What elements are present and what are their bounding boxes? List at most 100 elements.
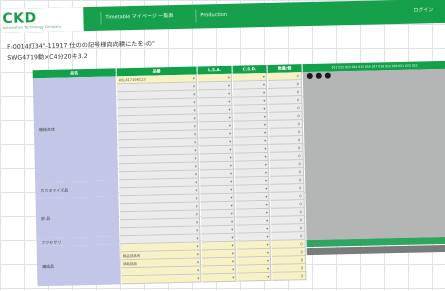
chevron-down-icon[interactable]: ▾ [232, 267, 234, 272]
chevron-down-icon[interactable]: ▾ [230, 195, 232, 200]
quantity-value: 0 [297, 105, 300, 110]
category-components: 構成品 [36, 244, 121, 287]
quantity-value: 0 [298, 161, 301, 166]
chevron-down-icon[interactable]: ▾ [194, 148, 196, 153]
chevron-down-icon[interactable]: ▾ [264, 146, 266, 151]
chevron-down-icon[interactable]: ▾ [231, 227, 233, 232]
chevron-down-icon[interactable]: ▾ [197, 260, 199, 265]
chevron-down-icon[interactable]: ▾ [229, 139, 231, 144]
chevron-down-icon[interactable]: ▾ [267, 274, 269, 279]
chevron-down-icon[interactable]: ▾ [230, 171, 232, 176]
chevron-down-icon[interactable]: ▾ [231, 211, 233, 216]
chevron-down-icon[interactable]: ▾ [193, 76, 195, 81]
chevron-down-icon[interactable]: ▾ [193, 100, 195, 105]
category-parts: 部 品 [35, 196, 120, 239]
nav-tab-production[interactable]: Production [195, 8, 232, 23]
chevron-down-icon[interactable]: ▾ [195, 164, 197, 169]
quantity-value: 0 [298, 145, 301, 150]
logo-area[interactable]: CKD Automation Technology Company [0, 7, 84, 33]
chevron-down-icon[interactable]: ▾ [194, 140, 196, 145]
chevron-down-icon[interactable]: ▾ [228, 75, 230, 80]
chevron-down-icon[interactable]: ▾ [196, 236, 198, 241]
chevron-down-icon[interactable]: ▾ [196, 228, 198, 233]
chevron-down-icon[interactable]: ▾ [195, 180, 197, 185]
chevron-down-icon[interactable]: ▾ [232, 243, 234, 248]
chevron-down-icon[interactable]: ▾ [231, 203, 233, 208]
chevron-down-icon[interactable]: ▾ [264, 130, 266, 135]
chevron-down-icon[interactable]: ▾ [230, 163, 232, 168]
chevron-down-icon[interactable]: ▾ [263, 90, 265, 95]
chevron-down-icon[interactable]: ▾ [195, 188, 197, 193]
chevron-down-icon[interactable]: ▾ [266, 234, 268, 239]
chevron-down-icon[interactable]: ▾ [194, 124, 196, 129]
chevron-down-icon[interactable]: ▾ [264, 114, 266, 119]
chevron-down-icon[interactable]: ▾ [196, 220, 198, 225]
login-link[interactable]: ログイン [413, 4, 433, 17]
chevron-down-icon[interactable]: ▾ [264, 138, 266, 143]
chevron-down-icon[interactable]: ▾ [265, 178, 267, 183]
chevron-down-icon[interactable]: ▾ [265, 170, 267, 175]
quantity-value: 0 [297, 113, 300, 118]
chevron-down-icon[interactable]: ▾ [263, 106, 265, 111]
chevron-down-icon[interactable]: ▾ [229, 147, 231, 152]
chevron-down-icon[interactable]: ▾ [193, 108, 195, 113]
chevron-down-icon[interactable]: ▾ [230, 187, 232, 192]
chevron-down-icon[interactable]: ▾ [197, 244, 199, 249]
chevron-down-icon[interactable]: ▾ [228, 99, 230, 104]
chevron-down-icon[interactable]: ▾ [266, 218, 268, 223]
quantity-field[interactable]: 0 [272, 272, 307, 281]
chevron-down-icon[interactable]: ▾ [229, 131, 231, 136]
chevron-down-icon[interactable]: ▾ [263, 82, 265, 87]
chevron-down-icon[interactable]: ▾ [231, 219, 233, 224]
chevron-down-icon[interactable]: ▾ [264, 122, 266, 127]
chevron-down-icon[interactable]: ▾ [231, 235, 233, 240]
csd-select[interactable]: ▾ [237, 272, 272, 282]
chevron-down-icon[interactable]: ▾ [265, 162, 267, 167]
schedule-marker-dot[interactable] [324, 72, 331, 79]
schedule-grid[interactable] [302, 68, 445, 241]
chevron-down-icon[interactable]: ▾ [232, 251, 234, 256]
chevron-down-icon[interactable]: ▾ [232, 259, 234, 264]
chevron-down-icon[interactable]: ▾ [194, 132, 196, 137]
chevron-down-icon[interactable]: ▾ [197, 252, 199, 257]
lsa-select[interactable]: ▾ [202, 273, 237, 283]
chevron-down-icon[interactable]: ▾ [229, 115, 231, 120]
chevron-down-icon[interactable]: ▾ [196, 212, 198, 217]
chevron-down-icon[interactable]: ▾ [265, 154, 267, 159]
chevron-down-icon[interactable]: ▾ [194, 116, 196, 121]
chevron-down-icon[interactable]: ▾ [195, 172, 197, 177]
chevron-down-icon[interactable]: ▾ [197, 268, 199, 273]
chevron-down-icon[interactable]: ▾ [228, 83, 230, 88]
chevron-down-icon[interactable]: ▾ [265, 194, 267, 199]
chevron-down-icon[interactable]: ▾ [263, 98, 265, 103]
chevron-down-icon[interactable]: ▾ [267, 258, 269, 263]
chevron-down-icon[interactable]: ▾ [195, 156, 197, 161]
schedule-marker-dot[interactable] [315, 72, 322, 79]
chevron-down-icon[interactable]: ▾ [197, 276, 199, 281]
chevron-down-icon[interactable]: ▾ [266, 226, 268, 231]
chevron-down-icon[interactable]: ▾ [195, 196, 197, 201]
chevron-down-icon[interactable]: ▾ [267, 242, 269, 247]
quantity-value: 0 [296, 89, 300, 94]
part-number-select[interactable]: ▾ [121, 274, 202, 285]
chevron-down-icon[interactable]: ▾ [266, 202, 268, 207]
schedule-marker-dot[interactable] [306, 72, 313, 80]
chevron-down-icon[interactable]: ▾ [193, 84, 195, 89]
chevron-down-icon[interactable]: ▾ [228, 91, 230, 96]
chevron-down-icon[interactable]: ▾ [267, 250, 269, 255]
chevron-down-icon[interactable]: ▾ [263, 74, 265, 79]
quantity-column: 0 0 0 0 0 0 0 0 0 0 0 0 0 0 0 0 0 0 0 0 0 0 0 0 0 0 [267, 72, 307, 281]
part-number-column: ASL41719RC13 ▾ ▾ ▾ ▾ ▾ ▾ ▾ ▾ ▾ ▾ ▾ ▾ ▾ ▾ ▾ ▾ ▾ ▾ ▾ ▾ ▾ ▾ 製品部品名 ▾… [116, 74, 202, 285]
chevron-down-icon[interactable]: ▾ [267, 266, 269, 271]
chevron-down-icon[interactable]: ▾ [230, 155, 232, 160]
chevron-down-icon[interactable]: ▾ [228, 107, 230, 112]
chevron-down-icon[interactable]: ▾ [196, 204, 198, 209]
chevron-down-icon[interactable]: ▾ [266, 210, 268, 215]
chevron-down-icon[interactable]: ▾ [230, 179, 232, 184]
chevron-down-icon[interactable]: ▾ [193, 92, 195, 97]
nav-tab-timetable[interactable]: Timetable マイページ 一覧表 [100, 9, 178, 25]
chevron-down-icon[interactable]: ▾ [232, 275, 234, 280]
chevron-down-icon[interactable]: ▾ [229, 123, 231, 128]
chevron-down-icon[interactable]: ▾ [265, 186, 267, 191]
quantity-value: 0 [297, 137, 301, 142]
